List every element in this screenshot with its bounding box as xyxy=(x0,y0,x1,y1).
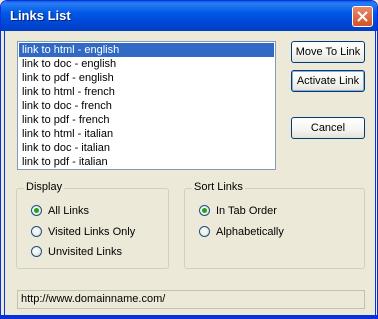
radio-label: Unvisited Links xyxy=(48,246,122,258)
display-legend: Display xyxy=(24,181,65,193)
window-title: Links List xyxy=(10,8,71,23)
list-item[interactable]: link to pdf - english xyxy=(19,71,274,85)
url-status-bar: http://www.domainname.com/ xyxy=(17,290,365,309)
close-icon xyxy=(357,11,368,22)
window-bottom-border xyxy=(1,315,377,318)
links-list-dialog: Links List link to html - english link t… xyxy=(0,0,378,319)
radio-button[interactable] xyxy=(199,226,210,237)
list-item[interactable]: link to html - english xyxy=(19,43,274,57)
sort-links-groupbox: Sort Links In Tab Order Alphabetically xyxy=(184,181,365,269)
radio-label: All Links xyxy=(48,205,89,217)
list-item[interactable]: link to doc - french xyxy=(19,99,274,113)
radio-button[interactable] xyxy=(199,205,210,216)
list-item[interactable]: link to pdf - italian xyxy=(19,155,274,169)
cancel-button[interactable]: Cancel xyxy=(291,117,365,139)
radio-label: Alphabetically xyxy=(216,226,284,238)
list-item[interactable]: link to doc - italian xyxy=(19,141,274,155)
radio-button[interactable] xyxy=(31,205,42,216)
list-item[interactable]: link to html - french xyxy=(19,85,274,99)
radio-button[interactable] xyxy=(31,246,42,257)
list-item[interactable]: link to html - italian xyxy=(19,127,274,141)
close-button[interactable] xyxy=(352,6,373,27)
move-to-link-button[interactable]: Move To Link xyxy=(291,41,365,63)
list-item[interactable]: link to doc - english xyxy=(19,57,274,71)
title-bar[interactable]: Links List xyxy=(1,1,377,31)
activate-link-button[interactable]: Activate Link xyxy=(291,70,365,92)
radio-button[interactable] xyxy=(31,226,42,237)
radio-label: Visited Links Only xyxy=(48,226,136,238)
sort-links-legend: Sort Links xyxy=(192,181,245,193)
list-item[interactable]: link to pdf - french xyxy=(19,113,274,127)
links-listbox[interactable]: link to html - english link to doc - eng… xyxy=(17,41,276,170)
display-groupbox: Display All Links Visited Links Only Unv… xyxy=(16,181,169,269)
radio-label: In Tab Order xyxy=(216,205,277,217)
